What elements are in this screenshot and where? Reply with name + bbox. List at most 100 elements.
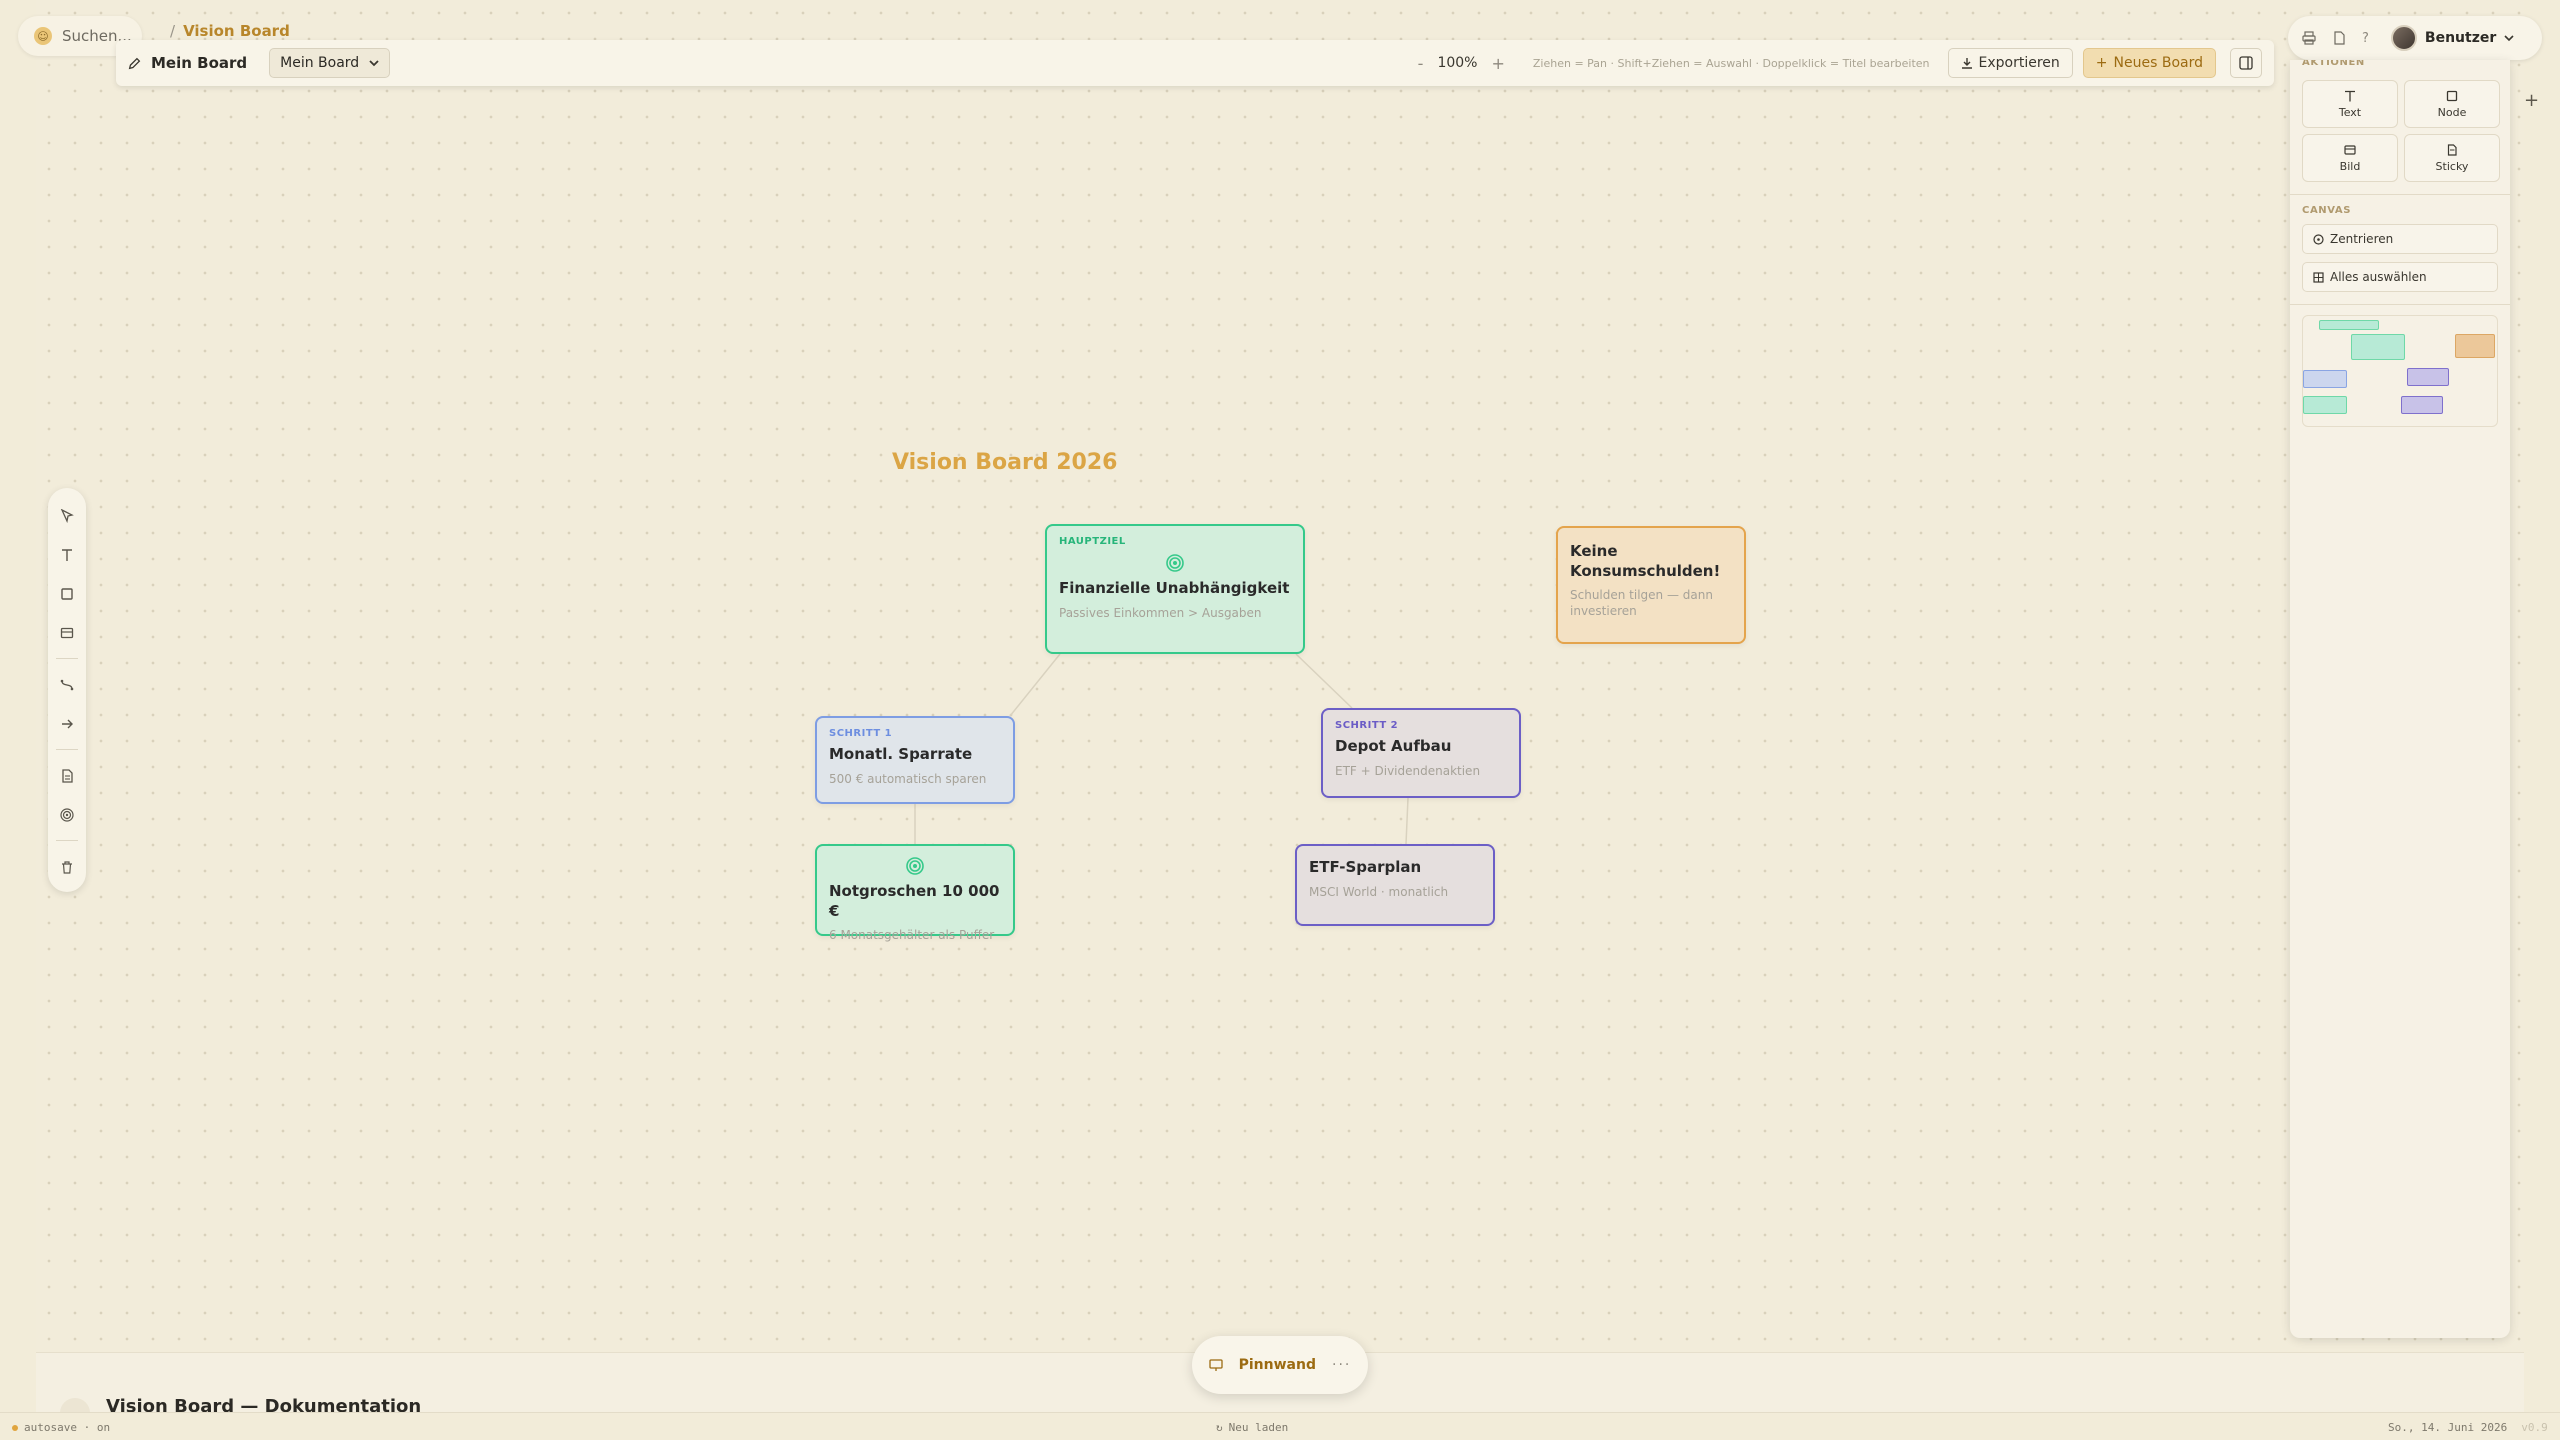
edge-main-step1	[1009, 653, 1061, 717]
minimap-node-emergency	[2303, 396, 2347, 414]
chevron-down-icon	[369, 60, 379, 67]
help-icon[interactable]: ?	[2362, 31, 2369, 46]
breadcrumb-separator: /	[170, 22, 176, 40]
breadcrumb-current[interactable]: Vision Board	[183, 22, 290, 40]
node-title: ETF-Sparplan	[1309, 858, 1422, 876]
grid-icon	[2313, 271, 2324, 283]
document-icon[interactable]	[2332, 31, 2346, 45]
user-menu[interactable]: Benutzer	[2390, 25, 2514, 51]
cursor-icon	[60, 508, 74, 523]
download-icon	[1961, 58, 1972, 69]
tool-rail	[48, 488, 86, 892]
avatar	[2390, 25, 2417, 51]
connector-tool[interactable]	[53, 671, 81, 698]
board-select[interactable]: Mein Board	[269, 48, 391, 78]
tile-label: Node	[2437, 105, 2467, 119]
center-button[interactable]: Zentrieren	[2302, 224, 2498, 254]
user-bar: ? Benutzer	[2288, 16, 2542, 60]
add-panel-button[interactable]: +	[2524, 90, 2539, 111]
add-node-button[interactable]: Node	[2404, 80, 2500, 128]
panel-divider	[2290, 304, 2510, 305]
tool-separator	[56, 840, 78, 842]
date-label: So., 14. Juni 2026	[2388, 1421, 2508, 1434]
tool-separator	[56, 658, 78, 660]
panel-divider	[2290, 194, 2510, 195]
node-title: Depot Aufbau	[1335, 737, 1452, 755]
more-icon[interactable]: ···	[1332, 1357, 1351, 1373]
reload-button[interactable]: ↻ Neu laden	[1216, 1421, 1288, 1434]
rect-tool[interactable]	[53, 580, 81, 607]
delete-tool[interactable]	[53, 853, 81, 880]
canvas-heading: CANVAS	[2302, 205, 2352, 216]
node-subtitle: MSCI World · monatlich	[1309, 884, 1449, 899]
export-button[interactable]: Exportieren	[1947, 48, 2073, 78]
node-no-consumer-debt[interactable]: Keine Konsumschulden! Schulden tilgen — …	[1556, 526, 1746, 644]
autosave-status: autosave · on	[12, 1421, 110, 1434]
node-title: Keine Konsumschulden!	[1570, 542, 1721, 580]
target-icon	[60, 807, 74, 822]
edge-layer	[914, 653, 1409, 845]
tile-label: Text	[2338, 105, 2362, 119]
pinnwand-pill[interactable]: Pinnwand ···	[1192, 1336, 1368, 1394]
logo-icon: ☺	[34, 27, 52, 45]
interaction-hint: Ziehen = Pan · Shift+Ziehen = Auswahl · …	[1532, 56, 1930, 70]
zoom-level: 100%	[1437, 55, 1478, 71]
node-step2-depot[interactable]: SCHRITT 2 Depot Aufbau ETF + Dividendena…	[1321, 708, 1521, 798]
add-sticky-button[interactable]: Sticky	[2404, 134, 2500, 182]
zoom-control: - 100% +	[1418, 54, 1505, 73]
tile-label: Bild	[2339, 159, 2361, 173]
node-subtitle: 6 Monatsgehälter als Puffer	[829, 928, 995, 942]
node-kicker: SCHRITT 2	[1335, 720, 1399, 731]
node-step1-savings[interactable]: SCHRITT 1 Monatl. Sparrate 500 € automat…	[815, 716, 1015, 804]
arrow-right-icon	[62, 719, 73, 729]
board-title[interactable]: Vision Board 2026	[892, 450, 1117, 475]
node-subtitle: 500 € automatisch sparen	[829, 771, 987, 786]
image-tool[interactable]	[53, 619, 81, 646]
node-title: Monatl. Sparrate	[829, 745, 973, 763]
board-name[interactable]: Mein Board	[128, 54, 247, 72]
target-icon	[2313, 233, 2324, 245]
sticky-tool[interactable]	[53, 762, 81, 789]
square-icon	[61, 587, 73, 600]
target-icon	[829, 856, 1001, 876]
add-text-button[interactable]: Text	[2302, 80, 2398, 128]
new-board-button[interactable]: + Neues Board	[2082, 48, 2216, 78]
top-toolbar: Mein Board Mein Board - 100% + Ziehen = …	[116, 40, 2274, 86]
minimap-node-debt	[2455, 334, 2495, 358]
node-kicker: HAUPTZIEL	[1059, 536, 1126, 547]
plus-icon: +	[2095, 55, 2108, 71]
select-all-button[interactable]: Alles auswählen	[2302, 262, 2498, 292]
node-subtitle: ETF + Dividendenaktien	[1335, 763, 1481, 778]
minimap-title	[2319, 320, 2379, 330]
node-emergency-fund[interactable]: Notgroschen 10 000 € 6 Monatsgehälter al…	[815, 844, 1015, 942]
board-icon	[1208, 1359, 1223, 1371]
zoom-in-button[interactable]: +	[1491, 54, 1504, 73]
add-image-button[interactable]: Bild	[2302, 134, 2398, 182]
node-main-goal[interactable]: HAUPTZIEL Finanzielle Unabhängigkeit Pas…	[1045, 524, 1305, 654]
center-label: Zentrieren	[2330, 232, 2394, 246]
minimap-node-etf	[2401, 396, 2443, 414]
text-tool[interactable]	[53, 541, 81, 568]
curve-connector-icon	[60, 679, 74, 690]
printer-icon[interactable]	[2302, 31, 2316, 45]
node-title: Notgroschen 10 000 €	[829, 882, 1000, 920]
pinnwand-label: Pinnwand	[1238, 1357, 1316, 1373]
arrow-tool[interactable]	[53, 710, 81, 737]
tile-label: Sticky	[2435, 159, 2469, 173]
node-etf-plan[interactable]: ETF-Sparplan MSCI World · monatlich	[1295, 844, 1495, 926]
minimap-node-main	[2351, 334, 2405, 360]
minimap[interactable]	[2302, 315, 2498, 427]
node-kicker: SCHRITT 1	[829, 728, 893, 739]
select-tool[interactable]	[53, 502, 81, 529]
zoom-out-button[interactable]: -	[1418, 54, 1424, 73]
tool-separator	[56, 749, 78, 751]
board-select-value: Mein Board	[280, 55, 360, 71]
target-icon	[1059, 553, 1291, 573]
pencil-icon	[128, 57, 141, 69]
toggle-panel-button[interactable]	[2230, 48, 2262, 78]
autosave-label: autosave · on	[24, 1421, 111, 1434]
chevron-down-icon	[2504, 35, 2514, 42]
goal-tool[interactable]	[53, 801, 81, 828]
user-name: Benutzer	[2424, 30, 2497, 46]
right-panel: AKTIONEN Text Node Bild Sticky CANVAS Ze…	[2290, 60, 2510, 1338]
